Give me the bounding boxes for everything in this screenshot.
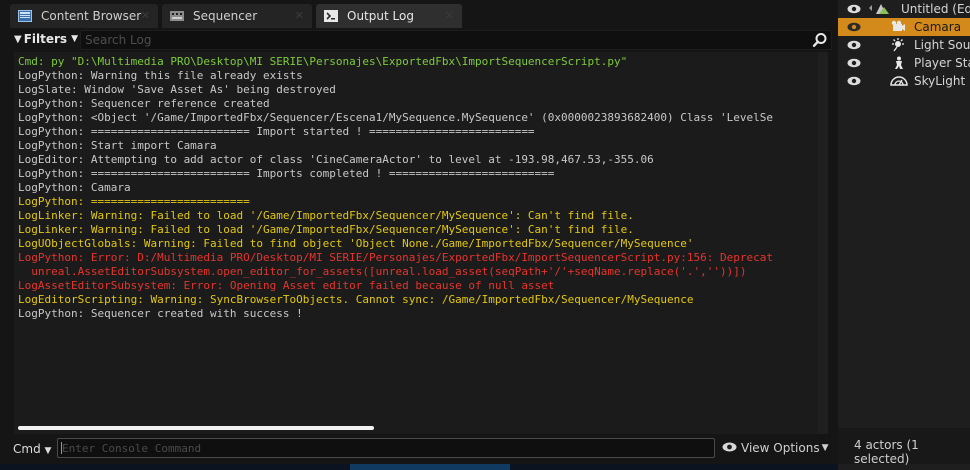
eye-icon[interactable] xyxy=(847,38,861,52)
log-line: LogPython: Camara xyxy=(18,181,131,194)
eye-icon[interactable] xyxy=(847,74,861,88)
log-line: Cmd: py "D:\Multimedia PRO\Desktop\MI SE… xyxy=(18,55,628,68)
log-line: LogEditor: Attempting to add actor of cl… xyxy=(18,153,654,166)
level-icon xyxy=(868,2,889,16)
filters-label: Filters xyxy=(23,32,68,46)
world-outliner-panel: Untitled (Edit Camara Light Sour Player … xyxy=(838,0,970,470)
outliner-item-label: Camara xyxy=(914,20,962,34)
command-bar: Cmd ▼ View Options ▼ xyxy=(0,436,835,462)
actors-count-label: 4 actors (1 selected) xyxy=(854,438,919,466)
tab-sequencer[interactable]: Sequencer ✕ xyxy=(162,4,312,28)
console-command-input[interactable] xyxy=(58,439,708,457)
cmd-dropdown[interactable]: Cmd ▼ xyxy=(13,442,51,456)
eye-icon[interactable] xyxy=(847,2,861,16)
eye-icon[interactable] xyxy=(847,56,861,70)
funnel-icon: ▼ xyxy=(14,33,22,45)
log-line: LogPython: Sequencer created with succes… xyxy=(18,307,303,320)
vertical-scrollbar[interactable] xyxy=(818,52,828,434)
chevron-down-icon: ▼ xyxy=(44,446,52,456)
filters-button[interactable]: ▼ Filters ▼ xyxy=(14,32,78,46)
camera-actor-icon xyxy=(890,20,906,34)
view-options-label: View Options xyxy=(741,441,820,455)
log-line: LogPython: ======================== Impo… xyxy=(18,125,535,138)
tab-label: Content Browser xyxy=(41,9,142,23)
eye-icon xyxy=(722,441,737,455)
log-line: LogPython: Error: D:/Multimedia PRO/Desk… xyxy=(18,251,773,264)
outliner-item-level[interactable]: Untitled (Edit xyxy=(838,0,970,18)
log-line: LogPython: <Object '/Game/ImportedFbx/Se… xyxy=(18,111,773,124)
close-icon[interactable]: ✕ xyxy=(295,9,304,22)
outliner-item-camara[interactable]: Camara xyxy=(838,18,970,36)
chevron-down-icon: ▼ xyxy=(71,34,78,44)
taskbar-highlight xyxy=(350,464,510,470)
log-line: LogPython: ======================== Impo… xyxy=(18,167,555,180)
light-source-icon xyxy=(890,38,906,52)
close-icon[interactable]: ✕ xyxy=(141,9,150,22)
chevron-down-icon: ▼ xyxy=(821,443,829,453)
outliner-item-label: SkyLight xyxy=(914,74,966,88)
search-icon[interactable] xyxy=(812,32,828,48)
log-area[interactable]: Cmd: py "D:\Multimedia PRO\Desktop\MI SE… xyxy=(14,52,828,434)
tab-label: Output Log xyxy=(347,9,414,23)
close-icon[interactable]: ✕ xyxy=(445,9,454,22)
log-line: LogPython: Warning this file already exi… xyxy=(18,69,303,82)
log-toolbar: ▼ Filters ▼ xyxy=(8,30,832,50)
log-line: LogEditorScripting: Warning: SyncBrowser… xyxy=(18,293,694,306)
cmd-label: Cmd xyxy=(13,442,41,456)
log-line: LogAssetEditorSubsystem: Error: Opening … xyxy=(18,279,555,292)
log-lines: Cmd: py "D:\Multimedia PRO\Desktop\MI SE… xyxy=(18,55,828,321)
log-line: LogLinker: Warning: Failed to load '/Gam… xyxy=(18,223,634,236)
content-browser-icon xyxy=(18,10,32,22)
sequencer-icon xyxy=(170,10,184,22)
log-line: LogSlate: Window 'Save Asset As' being d… xyxy=(18,83,336,96)
eye-icon[interactable] xyxy=(847,20,861,34)
outliner-item-label: Player Sta xyxy=(914,56,970,70)
outliner-item-light-source[interactable]: Light Sour xyxy=(838,36,970,54)
tab-content-browser[interactable]: Content Browser ✕ xyxy=(10,4,158,28)
text-cursor xyxy=(61,442,62,454)
outliner-item-player-start[interactable]: Player Sta xyxy=(838,54,970,72)
view-options-button[interactable]: View Options ▼ xyxy=(722,441,829,455)
horizontal-scrollbar[interactable] xyxy=(18,426,374,430)
tab-label: Sequencer xyxy=(193,9,258,23)
player-start-icon xyxy=(892,56,908,70)
log-line: LogPython: Sequencer reference created xyxy=(18,97,270,110)
skylight-icon xyxy=(890,74,908,88)
outliner-item-label: Untitled (Edit xyxy=(901,2,970,16)
outliner-item-label: Light Sour xyxy=(914,38,970,52)
output-log-panel: Content Browser ✕ Sequencer ✕ Output Log… xyxy=(0,0,835,470)
console-input-box xyxy=(57,438,715,458)
outliner-item-skylight[interactable]: SkyLight xyxy=(838,72,970,90)
log-line: LogPython: ======================== xyxy=(18,195,250,208)
search-input[interactable] xyxy=(81,31,801,49)
search-box xyxy=(80,30,832,50)
log-line: LogPython: Start import Camara xyxy=(18,139,217,152)
log-line: LogLinker: Warning: Failed to load '/Gam… xyxy=(18,209,634,222)
log-line: LogUObjectGlobals: Warning: Failed to fi… xyxy=(18,237,694,250)
tab-bar: Content Browser ✕ Sequencer ✕ Output Log… xyxy=(0,0,835,28)
tab-output-log[interactable]: Output Log ✕ xyxy=(316,4,462,28)
log-line: unreal.AssetEditorSubsystem.open_editor_… xyxy=(18,265,747,278)
output-log-icon xyxy=(324,10,338,22)
